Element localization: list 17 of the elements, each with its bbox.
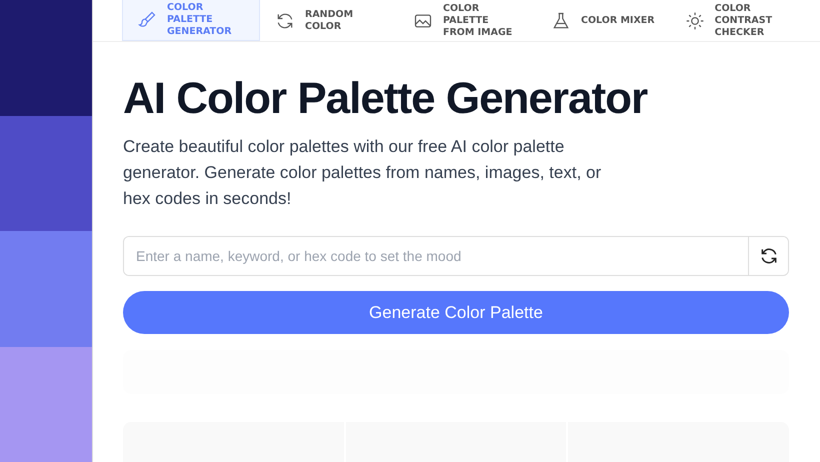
sun-icon bbox=[684, 10, 705, 30]
color-swatch[interactable] bbox=[0, 231, 92, 346]
refresh-button[interactable] bbox=[748, 237, 788, 275]
color-swatch[interactable] bbox=[0, 116, 92, 231]
flask-icon bbox=[551, 10, 571, 30]
generate-button[interactable]: Generate Color Palette bbox=[123, 291, 789, 334]
color-swatch[interactable] bbox=[0, 0, 92, 116]
refresh-icon bbox=[758, 246, 778, 266]
page-description: Create beautiful color palettes with our free AI color palette generator. Generate color palettes from names, images, text, or hex codes in seconds! bbox=[123, 136, 602, 210]
nav-tab[interactable]: COLOR CONTRAST CHECKER bbox=[670, 0, 808, 41]
nav-tab[interactable]: COLOR MIXER bbox=[536, 0, 670, 41]
nav-tab[interactable]: RANDOM COLOR bbox=[260, 0, 398, 41]
search-field[interactable]: Enter a name, keyword, or hex code to set the mood bbox=[123, 236, 789, 276]
page-title: AI Color Palette Generator bbox=[123, 74, 648, 124]
refresh-icon bbox=[275, 10, 295, 30]
nav-tab[interactable]: COLOR PALETTE FROM IMAGE bbox=[398, 0, 536, 41]
color-swatch[interactable] bbox=[0, 346, 92, 462]
